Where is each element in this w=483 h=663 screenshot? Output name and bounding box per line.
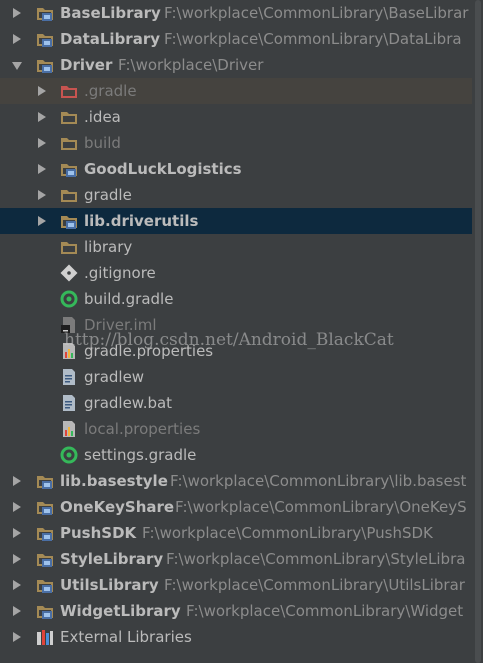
tree-item-label: UtilsLibrary xyxy=(60,576,159,594)
module-folder-icon xyxy=(36,576,54,594)
tree-row-utilslibrary[interactable]: UtilsLibrary F:\workplace\CommonLibrary\… xyxy=(0,572,483,598)
tree-row-widgetlibrary[interactable]: WidgetLibrary F:\workplace\CommonLibrary… xyxy=(0,598,483,624)
collapse-arrow-icon[interactable] xyxy=(12,52,22,78)
expand-arrow-icon[interactable] xyxy=(12,468,22,494)
android-module-folder-icon xyxy=(60,160,78,178)
tree-row-library[interactable]: library xyxy=(0,234,483,260)
folder-icon xyxy=(60,238,78,256)
tree-row-gitignore[interactable]: .gitignore xyxy=(0,260,483,286)
expand-arrow-icon[interactable] xyxy=(12,546,22,572)
tree-item-label: lib.basestyle xyxy=(60,472,168,490)
tree-row-build-gradle[interactable]: build.gradle xyxy=(0,286,483,312)
gradle-file-icon xyxy=(60,446,78,464)
tree-item-label: BaseLibrary xyxy=(60,4,161,22)
tree-row-baselibrary[interactable]: BaseLibrary F:\workplace\CommonLibrary\B… xyxy=(0,0,483,26)
module-path: F:\workplace\Driver xyxy=(118,56,264,74)
folder-icon xyxy=(60,108,78,126)
tree-row-datalibrary[interactable]: DataLibrary F:\workplace\CommonLibrary\D… xyxy=(0,26,483,52)
tree-row-pushsdk[interactable]: PushSDK F:\workplace\CommonLibrary\PushS… xyxy=(0,520,483,546)
module-folder-icon xyxy=(36,30,54,48)
text-file-icon xyxy=(60,394,78,412)
expand-arrow-icon[interactable] xyxy=(37,130,47,156)
tree-row-driver[interactable]: Driver F:\workplace\Driver xyxy=(0,52,483,78)
excluded-folder-icon xyxy=(60,82,78,100)
tree-row-settings-gradle[interactable]: settings.gradle xyxy=(0,442,483,468)
tree-item-label: local.properties xyxy=(84,420,201,438)
gradle-file-icon xyxy=(60,290,78,308)
tree-item-label: .gitignore xyxy=(84,264,156,282)
module-folder-icon xyxy=(36,524,54,542)
external-libraries-icon xyxy=(36,628,54,646)
module-path: F:\workplace\CommonLibrary\PushSDK xyxy=(142,524,433,542)
module-path: F:\workplace\CommonLibrary\DataLibra xyxy=(164,30,462,48)
tree-row-build[interactable]: build xyxy=(0,130,483,156)
module-folder-icon xyxy=(36,602,54,620)
tree-item-label: OneKeyShare xyxy=(60,498,175,516)
project-tree: BaseLibrary F:\workplace\CommonLibrary\B… xyxy=(0,0,483,650)
tree-item-label: Driver xyxy=(60,56,113,74)
module-folder-icon xyxy=(36,4,54,22)
folder-icon xyxy=(60,134,78,152)
tree-row-gradlew[interactable]: gradlew xyxy=(0,364,483,390)
tree-row-onekeyshare[interactable]: OneKeyShare F:\workplace\CommonLibrary\O… xyxy=(0,494,483,520)
library-module-folder-icon xyxy=(60,212,78,230)
module-folder-icon xyxy=(36,498,54,516)
expand-arrow-icon[interactable] xyxy=(12,624,22,650)
module-folder-icon xyxy=(36,56,54,74)
module-path: F:\workplace\CommonLibrary\Widget xyxy=(186,602,464,620)
tree-item-label: gradlew xyxy=(84,368,145,386)
module-folder-icon xyxy=(36,472,54,490)
tree-item-label: GoodLuckLogistics xyxy=(84,160,242,178)
tree-item-label: settings.gradle xyxy=(84,446,197,464)
expand-arrow-icon[interactable] xyxy=(12,26,22,52)
expand-arrow-icon[interactable] xyxy=(37,182,47,208)
expand-arrow-icon[interactable] xyxy=(12,494,22,520)
vertical-scrollbar[interactable] xyxy=(472,0,483,663)
tree-item-label: External Libraries xyxy=(60,628,192,646)
expand-arrow-icon[interactable] xyxy=(12,572,22,598)
tree-item-label: WidgetLibrary xyxy=(60,602,181,620)
tree-row-gradlew-bat[interactable]: gradlew.bat xyxy=(0,390,483,416)
tree-item-label: gradlew.bat xyxy=(84,394,173,412)
tree-item-label: library xyxy=(84,238,133,256)
tree-row-stylelibrary[interactable]: StyleLibrary F:\workplace\CommonLibrary\… xyxy=(0,546,483,572)
tree-item-label: PushSDK xyxy=(60,524,137,542)
expand-arrow-icon[interactable] xyxy=(12,520,22,546)
tree-row-local-properties[interactable]: local.properties xyxy=(0,416,483,442)
tree-item-label: build xyxy=(84,134,121,152)
module-path: F:\workplace\CommonLibrary\StyleLibra xyxy=(166,550,466,568)
module-folder-icon xyxy=(36,550,54,568)
tree-item-label: gradle xyxy=(84,186,132,204)
tree-row-external-libraries[interactable]: External Libraries xyxy=(0,624,483,650)
tree-item-label: .idea xyxy=(84,108,121,126)
tree-item-label: DataLibrary xyxy=(60,30,160,48)
expand-arrow-icon[interactable] xyxy=(37,78,47,104)
tree-row-idea[interactable]: .idea xyxy=(0,104,483,130)
expand-arrow-icon[interactable] xyxy=(37,156,47,182)
module-path: F:\workplace\CommonLibrary\lib.basest xyxy=(170,472,467,490)
module-path: F:\workplace\CommonLibrary\OneKeyS xyxy=(175,498,467,516)
scrollbar-thumb[interactable] xyxy=(475,0,481,663)
tree-row-gradle[interactable]: gradle xyxy=(0,182,483,208)
tree-item-label: StyleLibrary xyxy=(60,550,164,568)
module-path: F:\workplace\CommonLibrary\BaseLibrar xyxy=(164,4,469,22)
module-path: F:\workplace\CommonLibrary\UtilsLibrar xyxy=(164,576,465,594)
tree-row-lib-basestyle[interactable]: lib.basestyle F:\workplace\CommonLibrary… xyxy=(0,468,483,494)
tree-item-label: lib.driverutils xyxy=(84,212,199,230)
properties-file-icon xyxy=(60,420,78,438)
tree-row-lib-driverutils[interactable]: lib.driverutils xyxy=(0,208,472,234)
watermark-text: http://blog.csdn.net/Android_BlackCat xyxy=(64,330,394,350)
tree-row-goodlucklogistics[interactable]: GoodLuckLogistics xyxy=(0,156,483,182)
expand-arrow-icon[interactable] xyxy=(12,598,22,624)
tree-item-label: .gradle xyxy=(84,82,137,100)
expand-arrow-icon[interactable] xyxy=(37,208,47,234)
expand-arrow-icon[interactable] xyxy=(12,0,22,26)
text-file-icon xyxy=(60,368,78,386)
folder-icon xyxy=(60,186,78,204)
expand-arrow-icon[interactable] xyxy=(37,104,47,130)
tree-item-label: build.gradle xyxy=(84,290,174,308)
tree-row-gradle-hidden[interactable]: .gradle xyxy=(0,78,483,104)
gitignore-icon xyxy=(60,264,78,282)
